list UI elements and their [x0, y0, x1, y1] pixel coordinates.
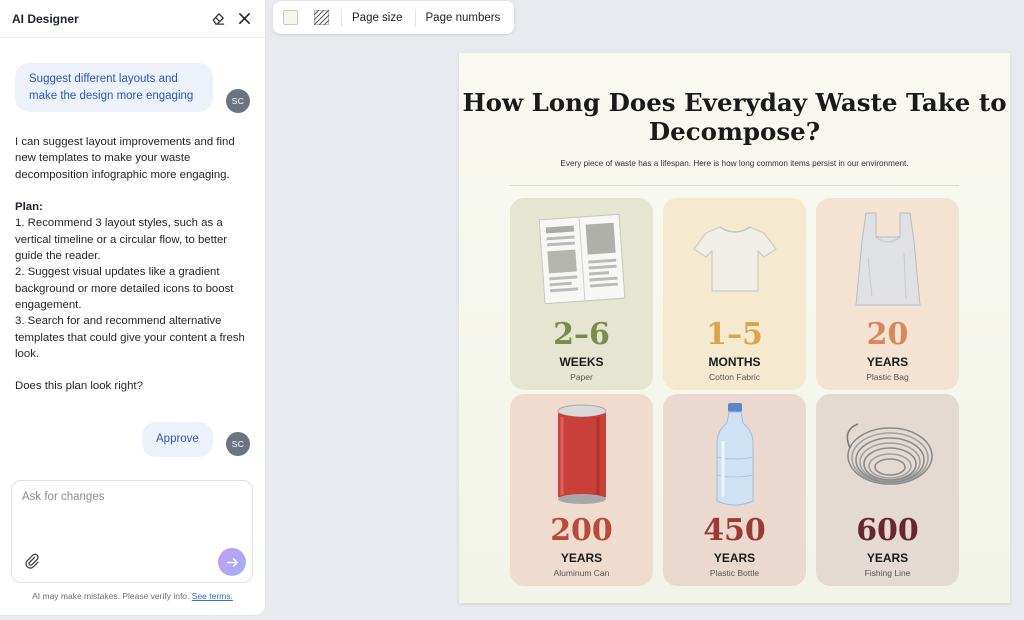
duration-number: 200 — [550, 513, 613, 548]
avatar: SC — [226, 89, 250, 113]
item-label: Aluminum Can — [553, 568, 610, 578]
plan-step-2: 2. Suggest visual updates like a gradien… — [15, 266, 234, 311]
waste-card-cotton[interactable]: 1–5 MONTHS Cotton Fabric — [663, 198, 806, 390]
infographic-subtitle: Every piece of waste has a lifespan. Her… — [560, 159, 909, 168]
divider — [509, 185, 959, 186]
disclaimer-text: AI may make mistakes. Please verify info… — [32, 591, 190, 601]
soda-can-icon — [510, 400, 653, 510]
duration-number: 20 — [866, 317, 909, 352]
waste-card-plastic-bag[interactable]: 20 YEARS Plastic Bag — [816, 198, 959, 390]
user-message-approve: Approve — [142, 422, 213, 457]
user-message: Suggest different layouts and make the d… — [15, 63, 213, 112]
toolbar-divider — [414, 8, 416, 27]
page-size-button[interactable]: Page size — [352, 12, 403, 24]
ai-message: I can suggest layout improvements and fi… — [15, 134, 250, 395]
item-label: Plastic Bottle — [709, 568, 760, 578]
item-label: Plastic Bag — [866, 372, 909, 382]
duration-unit: YEARS — [713, 551, 756, 565]
paperclip-icon[interactable] — [24, 553, 42, 571]
infographic-page[interactable]: How Long Does Everyday Waste Take to Dec… — [459, 53, 1010, 603]
chat-input[interactable] — [12, 481, 252, 541]
waste-card-plastic-bottle[interactable]: 450 YEARS Plastic Bottle — [663, 394, 806, 586]
disclaimer: AI may make mistakes. Please verify info… — [0, 591, 265, 601]
duration-unit: WEEKS — [559, 355, 604, 369]
plastic-bag-icon — [816, 204, 959, 314]
panel-title: AI Designer — [12, 11, 79, 26]
panel-header: AI Designer — [0, 0, 265, 38]
item-label: Fishing Line — [864, 568, 911, 578]
duration-unit: YEARS — [866, 355, 909, 369]
item-label: Paper — [570, 372, 593, 382]
pattern-icon[interactable] — [313, 9, 330, 26]
duration-number: 2–6 — [553, 317, 610, 352]
eraser-icon[interactable] — [209, 10, 227, 28]
avatar: SC — [226, 432, 250, 456]
ai-designer-panel: AI Designer Suggest different layouts an… — [0, 0, 265, 615]
ai-question: Does this plan look right? — [15, 380, 143, 393]
waste-card-aluminum-can[interactable]: 200 YEARS Aluminum Can — [510, 394, 653, 586]
duration-number: 1–5 — [706, 317, 763, 352]
close-icon[interactable] — [235, 10, 253, 28]
duration-unit: YEARS — [866, 551, 909, 565]
waste-card-fishing-line[interactable]: 600 YEARS Fishing Line — [816, 394, 959, 586]
page-numbers-button[interactable]: Page numbers — [426, 12, 501, 24]
arrow-right-icon — [226, 557, 238, 567]
chat-input-box — [11, 480, 253, 583]
item-label: Cotton Fabric — [708, 372, 761, 382]
fishing-line-icon — [816, 400, 959, 510]
newspaper-icon — [510, 204, 653, 314]
plan-label: Plan: — [15, 201, 43, 214]
plan-step-3: 3. Search for and recommend alternative … — [15, 315, 245, 360]
send-button[interactable] — [218, 548, 246, 576]
waste-card-paper[interactable]: 2–6 WEEKS Paper — [510, 198, 653, 390]
water-bottle-icon — [663, 400, 806, 510]
plan-step-1: 1. Recommend 3 layout styles, such as a … — [15, 217, 228, 263]
toolbar-divider — [341, 8, 342, 27]
page-toolbar: Page size Page numbers — [273, 1, 514, 34]
tshirt-icon — [663, 204, 806, 314]
see-terms-link[interactable]: See terms. — [192, 591, 233, 601]
infographic-title: How Long Does Everyday Waste Take to Dec… — [462, 88, 1007, 146]
background-color-swatch[interactable] — [283, 10, 298, 25]
duration-number: 600 — [856, 513, 919, 548]
ai-intro-text: I can suggest layout improvements and fi… — [15, 136, 235, 181]
duration-unit: MONTHS — [708, 355, 761, 369]
duration-unit: YEARS — [560, 551, 603, 565]
duration-number: 450 — [703, 513, 766, 548]
